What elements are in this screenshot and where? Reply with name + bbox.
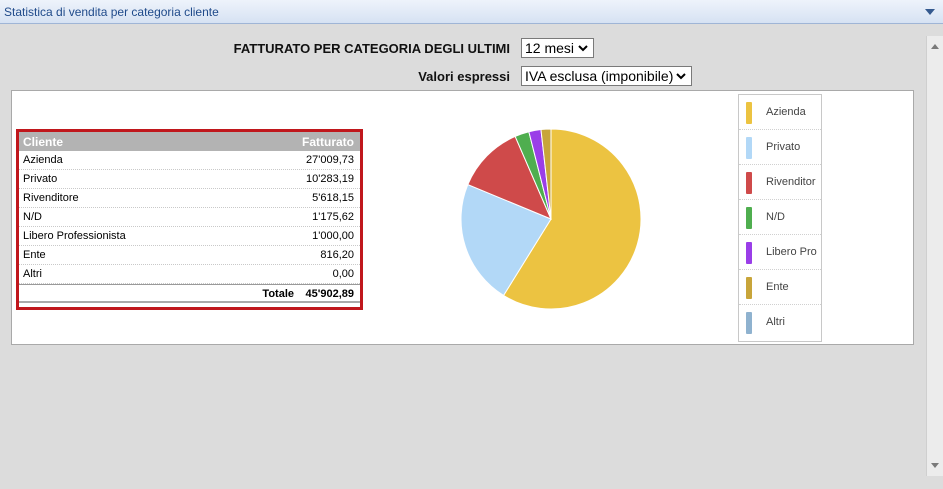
table-row: Privato 10'283,19 [19, 170, 360, 189]
fatturato-cell: 5'618,15 [312, 192, 354, 204]
legend-label: N/D [766, 211, 785, 223]
fatturato-cell: 0,00 [332, 268, 354, 280]
legend-swatch [746, 207, 752, 229]
legend-swatch [746, 277, 752, 299]
chart-legend: Azienda Privato Rivenditor N/D Libero Pro Ent… [738, 94, 822, 342]
legend-swatch [746, 242, 752, 264]
window-titlebar: Statistica di vendita per categoria clie… [0, 0, 943, 24]
values-select[interactable]: IVA esclusa (imponibile) [521, 66, 692, 86]
table-row: Azienda 27'009,73 [19, 151, 360, 170]
legend-item: Ente [739, 270, 821, 305]
legend-label: Ente [766, 281, 789, 293]
legend-label: Libero Pro [766, 246, 817, 258]
values-select-value: IVA esclusa (imponibile) [525, 68, 674, 84]
cliente-cell: Azienda [23, 154, 63, 166]
values-label: Valori espressi [418, 69, 510, 84]
table-row: Rivenditore 5'618,15 [19, 189, 360, 208]
total-row: Totale 45'902,89 [19, 284, 360, 303]
col-fatturato-header: Fatturato [302, 135, 354, 149]
legend-item: Altri [739, 305, 821, 340]
pie-chart [460, 128, 642, 310]
chevron-down-icon [676, 73, 686, 80]
cliente-cell: Altri [23, 268, 42, 280]
legend-item: Rivenditor [739, 165, 821, 200]
total-value: 45'902,89 [305, 288, 355, 300]
legend-item: Privato [739, 130, 821, 165]
cliente-cell: Rivenditore [23, 192, 79, 204]
scroll-up-icon[interactable] [931, 44, 939, 49]
chevron-down-icon [578, 45, 588, 52]
table-row: N/D 1'175,62 [19, 208, 360, 227]
legend-item: N/D [739, 200, 821, 235]
cliente-cell: N/D [23, 211, 42, 223]
period-select[interactable]: 12 mesi [521, 38, 594, 58]
table-row: Ente 816,20 [19, 246, 360, 265]
fatturato-cell: 1'000,00 [312, 230, 354, 242]
legend-label: Rivenditor [766, 176, 816, 188]
legend-label: Privato [766, 141, 801, 153]
legend-label: Azienda [766, 106, 806, 118]
fatturato-cell: 1'175,62 [312, 211, 354, 223]
fatturato-cell: 816,20 [320, 249, 354, 261]
legend-swatch [746, 102, 752, 124]
window-title: Statistica di vendita per categoria clie… [4, 5, 219, 19]
table-header: Cliente Fatturato [19, 132, 360, 151]
report-panel: Cliente Fatturato Azienda 27'009,73 Priva… [11, 90, 914, 345]
period-select-value: 12 mesi [525, 40, 575, 56]
legend-swatch [746, 137, 752, 159]
fatturato-cell: 10'283,19 [306, 173, 354, 185]
cliente-cell: Libero Professionista [23, 230, 126, 242]
legend-label: Altri [766, 316, 785, 328]
table-row: Altri 0,00 [19, 265, 360, 284]
legend-item: Libero Pro [739, 235, 821, 270]
legend-swatch [746, 172, 752, 194]
sales-table: Cliente Fatturato Azienda 27'009,73 Priva… [16, 129, 363, 310]
scroll-down-icon[interactable] [931, 463, 939, 468]
vertical-scrollbar[interactable] [926, 36, 943, 476]
cliente-cell: Privato [23, 173, 58, 185]
period-label: FATTURATO PER CATEGORIA DEGLI ULTIMI [233, 41, 510, 56]
legend-swatch [746, 312, 752, 334]
table-row: Libero Professionista 1'000,00 [19, 227, 360, 246]
fatturato-cell: 27'009,73 [306, 154, 354, 166]
col-cliente-header: Cliente [23, 135, 64, 149]
cliente-cell: Ente [23, 249, 46, 261]
legend-item: Azienda [739, 95, 821, 130]
collapse-icon[interactable] [925, 9, 935, 15]
total-label: Totale [262, 288, 294, 300]
